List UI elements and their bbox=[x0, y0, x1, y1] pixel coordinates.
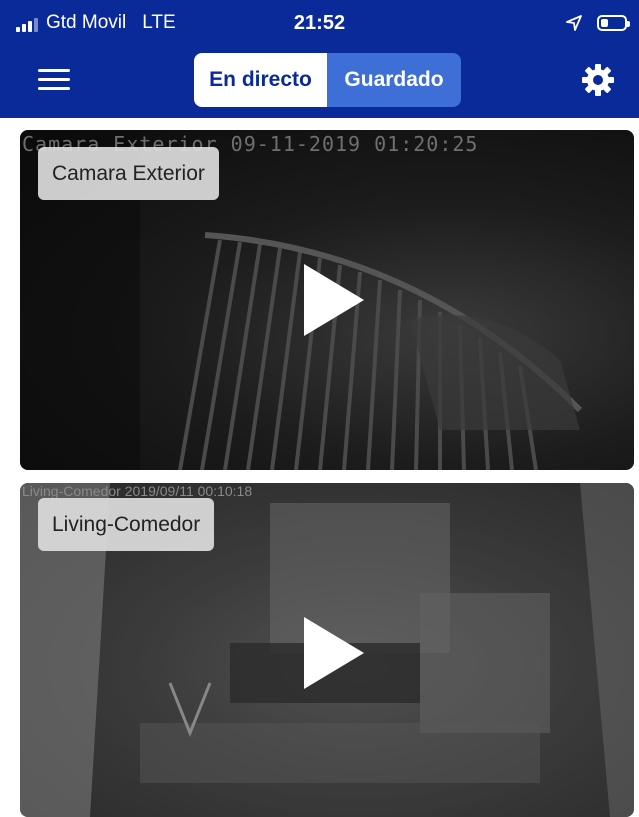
camera-feed-exterior[interactable]: Camara Exterior 09-11-2019 01:20:25 Cama… bbox=[20, 130, 634, 470]
gear-icon[interactable] bbox=[580, 62, 616, 98]
status-time: 21:52 bbox=[293, 12, 346, 34]
view-mode-tabs: En directo Guardado bbox=[194, 53, 461, 107]
camera-overlay-timestamp: Living-Comedor 2019/09/11 00:10:18 bbox=[22, 483, 253, 499]
camera-name-label: Living-Comedor bbox=[38, 498, 215, 551]
status-bar: Gtd Movil LTE 21:52 bbox=[0, 0, 639, 44]
status-right bbox=[565, 14, 630, 32]
tab-guardado[interactable]: Guardado bbox=[327, 53, 461, 107]
hamburger-menu-icon[interactable] bbox=[38, 67, 70, 93]
app-header: Gtd Movil LTE 21:52 En directo Guardado bbox=[0, 0, 639, 118]
battery-level bbox=[601, 19, 608, 27]
location-arrow-icon bbox=[566, 15, 582, 31]
play-icon[interactable] bbox=[304, 264, 364, 336]
battery-icon bbox=[597, 15, 630, 31]
tab-en-directo[interactable]: En directo bbox=[194, 53, 327, 107]
play-icon[interactable] bbox=[304, 617, 364, 689]
camera-feed-living-comedor[interactable]: Living-Comedor 2019/09/11 00:10:18 Livin… bbox=[20, 483, 634, 817]
camera-name-label: Camara Exterior bbox=[38, 147, 219, 200]
